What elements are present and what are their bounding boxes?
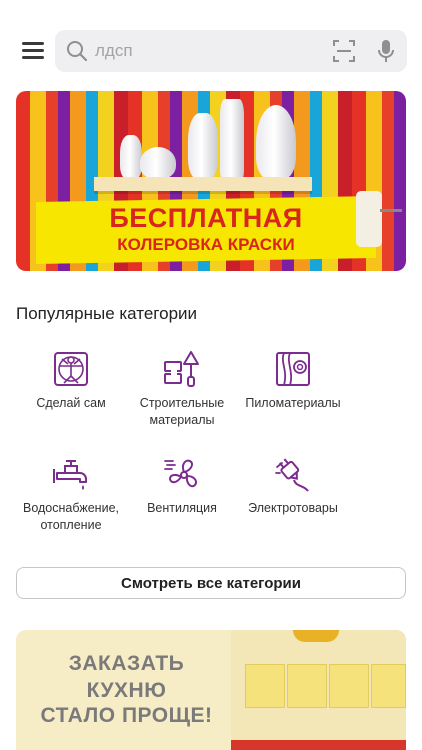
water-tap-icon: [53, 460, 87, 490]
banner-subheadline: КОЛЕРОВКА КРАСКИ: [117, 235, 295, 254]
promo-banner-kitchen[interactable]: ЗАКАЗАТЬ КУХНЮ СТАЛО ПРОЩЕ!: [16, 630, 406, 750]
top-bar: [0, 28, 422, 74]
kitchen-image: [231, 630, 406, 750]
banner-line-1: ЗАКАЗАТЬ: [68, 652, 185, 675]
category-label: Сделай сам: [36, 396, 106, 410]
cabinet-image: [329, 664, 369, 708]
roller-handle: [380, 209, 402, 212]
category-electrical[interactable]: Электротовары: [233, 455, 353, 517]
category-water-heating[interactable]: Водоснабжение, отопление: [11, 455, 131, 534]
microphone-icon[interactable]: [376, 38, 396, 64]
category-label: Водоснабжение, отопление: [22, 501, 119, 532]
hamburger-line: [22, 56, 44, 59]
category-label: Пиломатериалы: [245, 396, 341, 410]
search-icon: [67, 41, 88, 62]
cabinet-image: [287, 664, 327, 708]
lamp-image: [293, 630, 339, 642]
electric-plug-icon: [275, 458, 309, 492]
category-label: Вентиляция: [147, 501, 217, 515]
fan-icon: [164, 459, 197, 488]
category-label: Строительные материалы: [139, 396, 225, 427]
vase-image: [188, 113, 218, 179]
view-all-categories-button[interactable]: Смотреть все категории: [16, 567, 406, 599]
category-building-materials[interactable]: Строительные материалы: [122, 350, 242, 429]
banner-line-3: СТАЛО ПРОЩЕ!: [40, 704, 213, 727]
barcode-scan-icon[interactable]: [332, 39, 356, 63]
vase-image: [140, 147, 176, 179]
vase-image: [220, 99, 244, 179]
diy-icon: [54, 352, 88, 386]
search-bar[interactable]: [55, 30, 407, 72]
vase-image: [120, 135, 142, 179]
hamburger-line: [22, 42, 44, 45]
lumber-icon: [276, 352, 310, 386]
building-materials-icon: [164, 351, 199, 387]
shelf-image: [94, 177, 312, 191]
countertop-image: [231, 740, 406, 750]
category-diy[interactable]: Сделай сам: [11, 350, 131, 412]
cabinet-image: [245, 664, 285, 708]
category-label: Электротовары: [248, 501, 338, 515]
promo-banner-paint-tinting[interactable]: БЕСПЛАТНАЯ КОЛЕРОВКА КРАСКИ: [16, 91, 406, 271]
vase-image: [256, 105, 296, 179]
hamburger-line: [22, 49, 44, 52]
category-lumber[interactable]: Пиломатериалы: [233, 350, 353, 412]
cabinet-image: [371, 664, 406, 708]
popular-categories-title: Популярные категории: [16, 304, 198, 323]
banner-line-2: КУХНЮ: [86, 679, 167, 702]
category-ventilation[interactable]: Вентиляция: [122, 455, 242, 517]
menu-button[interactable]: [18, 38, 48, 64]
search-input[interactable]: [95, 37, 325, 65]
paint-roller-image: [356, 191, 382, 247]
banner-headline: БЕСПЛАТНАЯ: [109, 203, 303, 233]
